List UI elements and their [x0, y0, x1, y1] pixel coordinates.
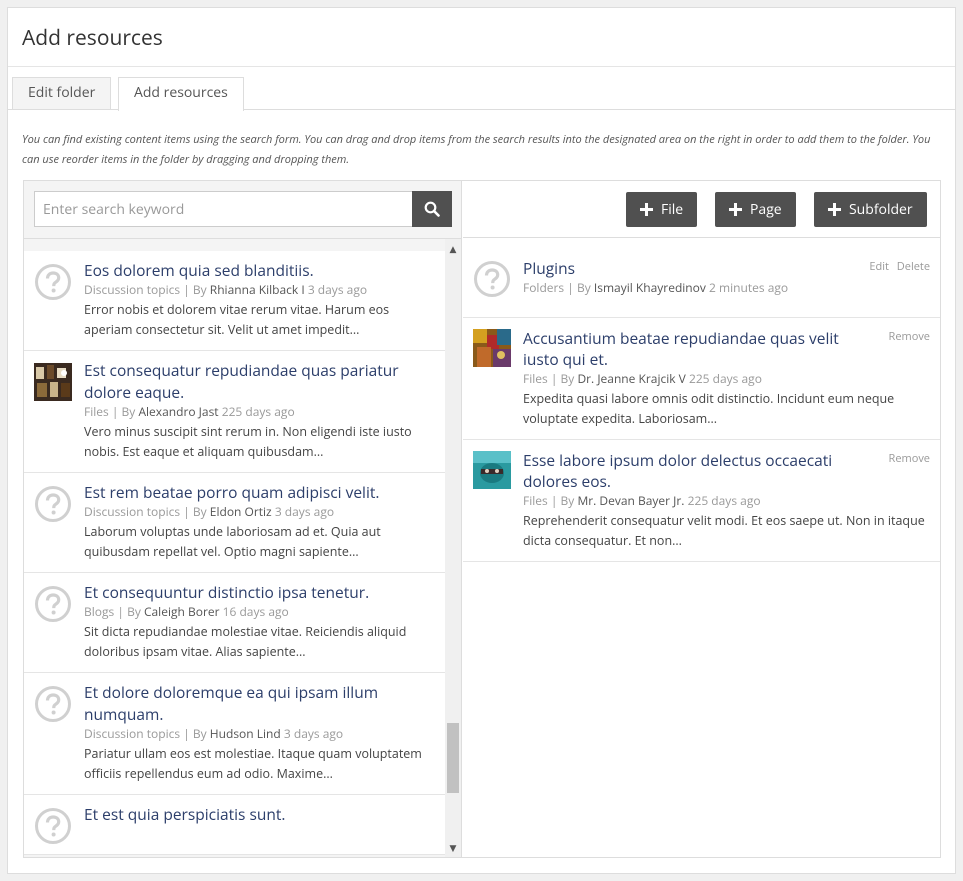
author-link[interactable]: Hudson Lind	[210, 725, 281, 742]
result-title[interactable]: Et dolore doloremque ea qui ipsam illum …	[84, 681, 435, 725]
result-meta: Blogs | By Caleigh Borer 16 days ago	[84, 603, 289, 620]
remove-link[interactable]: Remove	[889, 451, 930, 466]
question-icon	[35, 264, 71, 300]
result-meta: Discussion topics | By Eldon Ortiz 3 day…	[84, 503, 335, 520]
author-link[interactable]: Eldon Ortiz	[210, 503, 272, 520]
results-list: Eos dolorem quia sed blanditiis. Discuss…	[24, 251, 445, 855]
scroll-up-arrow[interactable]: ▲	[445, 241, 461, 257]
add-page-label: Page	[750, 200, 782, 219]
folder-item-title[interactable]: Accusantium beatae repudiandae quas veli…	[523, 328, 850, 370]
results-scrollbar[interactable]: ▲ ▼	[445, 239, 461, 857]
author-link[interactable]: Mr. Devan Bayer Jr.	[577, 492, 684, 509]
result-description: Vero minus suscipit sint rerum in. Non e…	[84, 423, 412, 460]
result-description: Sit dicta repudiandae molestiae vitae. R…	[84, 623, 407, 660]
result-title[interactable]: Et consequuntur distinctio ipsa tenetur.	[84, 581, 435, 603]
intro-text: You can find existing content items usin…	[22, 132, 931, 167]
search-button[interactable]	[412, 191, 452, 227]
add-subfolder-label: Subfolder	[849, 200, 913, 219]
delete-link[interactable]: Delete	[897, 259, 930, 274]
question-icon	[35, 808, 71, 844]
result-title[interactable]: Et est quia perspiciatis sunt.	[84, 803, 435, 825]
result-item[interactable]: Et est quia perspiciatis sunt.	[24, 795, 445, 855]
folder-item-title[interactable]: Plugins	[523, 258, 850, 279]
remove-link[interactable]: Remove	[889, 329, 930, 344]
folder-item-description: Expedita quasi labore omnis odit distinc…	[523, 390, 895, 427]
folder-item[interactable]: Plugins Folders | By Ismayil Khayredinov…	[463, 238, 940, 318]
folder-item-actions: Remove	[884, 329, 930, 344]
tab-edit-folder[interactable]: Edit folder	[12, 77, 112, 110]
folder-items: Plugins Folders | By Ismayil Khayredinov…	[463, 238, 940, 562]
main-card: Add resources Edit folder Add resources …	[7, 7, 956, 874]
folder-item-actions: Edit Delete	[864, 259, 930, 274]
question-icon	[35, 586, 71, 622]
file-thumbnail	[34, 363, 72, 401]
add-page-button[interactable]: Page	[715, 192, 796, 227]
result-title[interactable]: Eos dolorem quia sed blanditiis.	[84, 259, 435, 281]
author-link[interactable]: Alexandro Jast	[138, 403, 218, 420]
title-divider	[8, 66, 955, 67]
folder-item-meta: Files | By Mr. Devan Bayer Jr. 225 days …	[523, 492, 761, 509]
result-item[interactable]: Est consequatur repudiandae quas pariatu…	[24, 351, 445, 473]
folder-item-meta: Files | By Dr. Jeanne Krajcik V 225 days…	[523, 370, 762, 387]
author-link[interactable]: Caleigh Borer	[144, 603, 220, 620]
search-input[interactable]	[34, 191, 412, 227]
author-link[interactable]: Rhianna Kilback I	[210, 281, 305, 298]
result-description: Laborum voluptas unde laboriosam ad et. …	[84, 523, 381, 560]
question-icon	[35, 486, 71, 522]
result-item[interactable]: Et consequuntur distinctio ipsa tenetur.…	[24, 573, 445, 673]
folder-item-description: Reprehenderit consequatur velit modi. Et…	[523, 512, 925, 549]
result-meta: Discussion topics | By Hudson Lind 3 day…	[84, 725, 344, 742]
search-column: Eos dolorem quia sed blanditiis. Discuss…	[24, 181, 462, 857]
folder-item-actions: Remove	[884, 451, 930, 466]
folder-item-meta: Folders | By Ismayil Khayredinov 2 minut…	[523, 279, 789, 296]
plus-icon	[828, 203, 841, 216]
tab-add-resources[interactable]: Add resources	[118, 77, 244, 111]
search-form	[34, 191, 452, 227]
result-item[interactable]: Est rem beatae porro quam adipisci velit…	[24, 473, 445, 573]
plus-icon	[729, 203, 742, 216]
page-title: Add resources	[22, 24, 163, 52]
add-subfolder-button[interactable]: Subfolder	[814, 192, 927, 227]
scroll-down-arrow[interactable]: ▼	[445, 840, 461, 856]
result-description: Error nobis et dolorem vitae rerum vitae…	[84, 301, 390, 338]
folder-item-title[interactable]: Esse labore ipsum dolor delectus occaeca…	[523, 450, 850, 492]
result-item[interactable]: Eos dolorem quia sed blanditiis. Discuss…	[24, 251, 445, 351]
author-link[interactable]: Dr. Jeanne Krajcik V	[577, 370, 685, 387]
add-toolbar: File Page Subfolder	[463, 181, 940, 238]
search-results: Eos dolorem quia sed blanditiis. Discuss…	[24, 238, 462, 857]
file-thumbnail	[473, 329, 511, 367]
folder-item[interactable]: Esse labore ipsum dolor delectus occaeca…	[463, 440, 940, 562]
edit-link[interactable]: Edit	[869, 259, 889, 274]
search-icon	[424, 201, 440, 217]
result-title[interactable]: Est consequatur repudiandae quas pariatu…	[84, 359, 435, 403]
result-item[interactable]: Et dolore doloremque ea qui ipsam illum …	[24, 673, 445, 795]
folder-item[interactable]: Accusantium beatae repudiandae quas veli…	[463, 318, 940, 440]
author-link[interactable]: Ismayil Khayredinov	[594, 279, 706, 296]
result-title[interactable]: Est rem beatae porro quam adipisci velit…	[84, 481, 435, 503]
scroll-thumb[interactable]	[447, 723, 459, 793]
result-description: Pariatur ullam eos est molestiae. Itaque…	[84, 745, 422, 782]
add-file-button[interactable]: File	[626, 192, 698, 227]
folder-column: File Page Subfolder Plugins Folders | By…	[463, 181, 940, 857]
result-meta: Files | By Alexandro Jast 225 days ago	[84, 403, 295, 420]
plus-icon	[640, 203, 653, 216]
question-icon	[474, 261, 510, 297]
file-thumbnail	[473, 451, 511, 489]
question-icon	[35, 686, 71, 722]
tab-bar: Edit folder Add resources	[12, 77, 955, 111]
add-file-label: File	[661, 200, 684, 219]
resources-panel: Eos dolorem quia sed blanditiis. Discuss…	[23, 180, 941, 858]
result-meta: Discussion topics | By Rhianna Kilback I…	[84, 281, 368, 298]
